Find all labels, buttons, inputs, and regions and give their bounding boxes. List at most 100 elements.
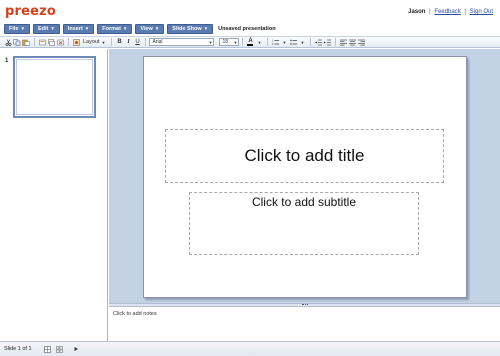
caret-down-icon: ▼: [257, 39, 262, 45]
bold-button[interactable]: B: [115, 38, 123, 47]
font-size-value: 18: [222, 39, 229, 45]
sign-out-link[interactable]: Sign Out: [470, 9, 493, 15]
bullet-list-button[interactable]: [289, 38, 297, 47]
align-right-button[interactable]: [357, 38, 365, 47]
caret-down-icon: ▼: [203, 26, 209, 31]
slide-sorter-icon: [44, 345, 51, 353]
decrease-indent-icon: [314, 39, 322, 45]
cut-button[interactable]: [4, 38, 12, 47]
edit-menu[interactable]: Edit ▼: [32, 23, 60, 34]
font-value: Arial: [152, 39, 163, 45]
menu-bar: File ▼ Edit ▼ Insert ▼ Format ▼ View ▼ Slide …: [4, 23, 276, 34]
font-select[interactable]: Arial ▼: [149, 38, 215, 46]
toolbar-separator: [335, 38, 337, 46]
italic-label: I: [127, 39, 130, 45]
caret-down-icon: ▼: [20, 26, 25, 31]
toolbar-separator: [68, 38, 69, 46]
menu-label: File: [9, 25, 19, 32]
bullet-list-icon: [290, 39, 297, 45]
subtitle-placeholder[interactable]: Click to add subtitle: [189, 192, 419, 255]
bold-label: B: [117, 39, 122, 45]
file-menu[interactable]: File ▼: [4, 23, 30, 34]
paste-button[interactable]: [22, 38, 30, 47]
caret-down-icon: ▼: [50, 26, 55, 31]
layout-button[interactable]: Layout ▼: [81, 38, 107, 47]
increase-indent-button[interactable]: [323, 38, 331, 47]
toolbar-separator: [242, 38, 244, 46]
background-button[interactable]: [72, 38, 80, 47]
caret-down-icon: ▼: [300, 39, 305, 45]
user-name: Jason: [408, 9, 426, 15]
paste-icon: [22, 39, 30, 46]
menu-label: Slide Show: [172, 25, 202, 32]
font-color-dropdown[interactable]: ▼: [255, 38, 263, 47]
toolbar-separator: [145, 38, 147, 46]
align-left-icon: [339, 39, 347, 45]
toolbar-separator: [267, 38, 269, 46]
copy-button[interactable]: [13, 38, 21, 47]
caret-down-icon: ▼: [122, 26, 128, 31]
link-separator: |: [429, 9, 431, 15]
underline-label: U: [135, 39, 140, 45]
toolbar-separator: [310, 38, 312, 46]
toolbar-separator: [111, 38, 113, 46]
font-color-button[interactable]: A: [246, 38, 254, 47]
view-menu[interactable]: View ▼: [135, 23, 165, 34]
slide-counter: Slide 1 of 1: [4, 346, 32, 352]
caret-down-icon: ▼: [208, 39, 213, 45]
slide-thumbnail[interactable]: [13, 56, 96, 118]
play-icon: [74, 347, 78, 351]
duplicate-slide-button[interactable]: [47, 38, 55, 47]
background-icon: [72, 38, 80, 46]
bullet-list-dropdown[interactable]: ▼: [298, 38, 306, 47]
caret-down-icon: ▼: [154, 26, 160, 31]
menu-label: View: [140, 25, 153, 32]
delete-slide-button[interactable]: [56, 38, 64, 47]
grid-view-button[interactable]: [56, 345, 64, 353]
align-center-icon: [348, 39, 356, 45]
layout-label: Layout: [83, 39, 100, 45]
caret-down-icon: ▼: [101, 39, 106, 45]
caret-down-icon: ▼: [233, 39, 238, 45]
grid-view-icon: [56, 345, 63, 353]
svg-text:2: 2: [272, 43, 274, 46]
numbered-list-dropdown[interactable]: ▼: [280, 38, 288, 47]
numbered-list-button[interactable]: 12: [271, 38, 279, 47]
slide-thumbnail-preview: [16, 59, 93, 115]
align-left-button[interactable]: [339, 38, 347, 47]
delete-slide-icon: [56, 39, 64, 45]
new-slide-button[interactable]: [38, 38, 46, 47]
caret-down-icon: ▼: [282, 39, 287, 45]
copy-icon: [13, 38, 21, 46]
link-separator: |: [464, 9, 466, 15]
cut-icon: [5, 38, 11, 46]
status-bar: Slide 1 of 1: [0, 341, 500, 356]
underline-button[interactable]: U: [133, 38, 141, 47]
duplicate-slide-icon: [47, 38, 55, 46]
menu-label: Format: [102, 25, 121, 32]
toolbar: Layout ▼ B I U Arial ▼ 18 ▼ A ▼ 12 ▼ ▼: [0, 36, 500, 48]
increase-indent-icon: [323, 39, 331, 45]
top-bar: preezo Jason | Feedback | Sign Out: [0, 0, 500, 22]
slide-show-menu[interactable]: Slide Show ▼: [167, 23, 214, 34]
font-color-swatch: [247, 44, 254, 46]
italic-button[interactable]: I: [124, 38, 132, 47]
document-title[interactable]: Unsaved presentation: [218, 26, 275, 32]
feedback-link[interactable]: Feedback: [434, 9, 460, 15]
decrease-indent-button[interactable]: [314, 38, 322, 47]
notes-panel[interactable]: Click to add notes: [109, 306, 500, 341]
slide-workspace: Click to add title Click to add subtitle: [109, 49, 500, 303]
numbered-list-icon: 12: [272, 39, 279, 46]
menu-label: Insert: [67, 25, 83, 32]
font-size-select[interactable]: 18 ▼: [219, 38, 240, 46]
title-placeholder[interactable]: Click to add title: [165, 129, 444, 183]
splitter-grip-icon: [302, 304, 308, 305]
play-button[interactable]: [72, 345, 80, 353]
toolbar-separator: [34, 38, 35, 46]
format-menu[interactable]: Format ▼: [97, 23, 133, 34]
insert-menu[interactable]: Insert ▼: [62, 23, 95, 34]
slide-canvas[interactable]: Click to add title Click to add subtitle: [143, 56, 467, 298]
slide-sorter-button[interactable]: [44, 345, 52, 353]
new-slide-icon: [38, 39, 46, 45]
align-center-button[interactable]: [348, 38, 356, 47]
